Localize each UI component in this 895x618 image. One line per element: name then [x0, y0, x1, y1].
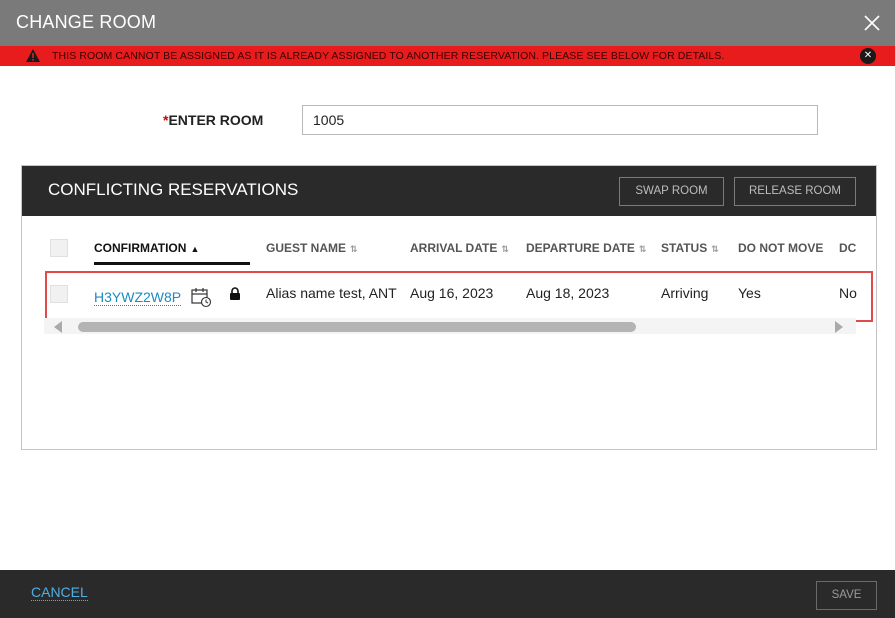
column-header-departure-date-label: DEPARTURE DATE [526, 241, 635, 255]
column-header-status-label: STATUS [661, 241, 708, 255]
sort-icon: ⇅ [350, 244, 358, 254]
active-sort-indicator [94, 262, 250, 265]
status-cell: Arriving [661, 285, 709, 301]
sort-icon: ⇅ [638, 244, 647, 254]
do-not-move-cell: Yes [738, 285, 761, 301]
dialog-footer: CANCEL SAVE [0, 570, 895, 618]
arrival-date-cell: Aug 16, 2023 [410, 285, 494, 301]
warning-icon [26, 49, 40, 62]
column-header-do-not-move[interactable]: DO NOT MOVE [738, 241, 823, 255]
error-banner: THIS ROOM CANNOT BE ASSIGNED AS IT IS AL… [0, 46, 895, 66]
column-header-departure-date[interactable]: DEPARTURE DATE ⇅ [526, 241, 646, 255]
scroll-left-arrow-icon[interactable] [54, 321, 62, 333]
swap-room-button[interactable]: SWAP ROOM [619, 177, 724, 206]
dialog-title: CHANGE ROOM [16, 12, 157, 32]
release-room-button[interactable]: RELEASE ROOM [734, 177, 856, 206]
departure-date-cell: Aug 18, 2023 [526, 285, 610, 301]
scroll-right-arrow-icon[interactable] [835, 321, 843, 333]
calendar-clock-icon[interactable] [191, 287, 212, 308]
dismiss-alert-icon[interactable]: ✕ [860, 48, 876, 64]
select-all-checkbox[interactable] [50, 239, 68, 257]
panel-title: CONFLICTING RESERVATIONS [48, 180, 299, 199]
enter-room-label: *ENTER ROOM [163, 112, 263, 128]
column-header-confirmation-label: CONFIRMATION [94, 241, 187, 255]
panel-header: CONFLICTING RESERVATIONS SWAP ROOM RELEA… [22, 166, 876, 216]
close-icon[interactable] [863, 14, 881, 32]
column-header-truncated-label: DC [839, 241, 857, 255]
column-header-confirmation[interactable]: CONFIRMATION ▲ [94, 241, 199, 255]
sort-icon: ⇅ [711, 244, 719, 254]
row-checkbox[interactable] [50, 285, 68, 303]
lock-icon [230, 287, 240, 300]
column-header-arrival-date-label: ARRIVAL DATE [410, 241, 498, 255]
guest-name-cell: Alias name test, ANT [266, 285, 397, 301]
confirmation-link[interactable]: H3YWZ2W8P [94, 289, 182, 306]
column-header-guest-name[interactable]: GUEST NAME ⇅ [266, 241, 358, 255]
error-message: THIS ROOM CANNOT BE ASSIGNED AS IT IS AL… [52, 50, 725, 62]
dialog-titlebar: CHANGE ROOM [0, 0, 895, 46]
column-header-guest-name-label: GUEST NAME [266, 241, 347, 255]
scrollbar-thumb[interactable] [78, 322, 636, 332]
sort-ascending-icon: ▲ [190, 244, 200, 254]
column-header-status[interactable]: STATUS ⇅ [661, 241, 719, 255]
enter-room-label-text: ENTER ROOM [168, 112, 264, 128]
room-input[interactable] [302, 105, 818, 135]
save-button[interactable]: SAVE [816, 581, 877, 610]
truncated-cell: No [839, 285, 857, 301]
column-header-truncated[interactable]: DC [839, 241, 857, 255]
sort-icon: ⇅ [501, 244, 509, 254]
column-header-do-not-move-label: DO NOT MOVE [738, 241, 824, 255]
column-header-arrival-date[interactable]: ARRIVAL DATE ⇅ [410, 241, 509, 255]
cancel-button[interactable]: CANCEL [31, 584, 88, 601]
